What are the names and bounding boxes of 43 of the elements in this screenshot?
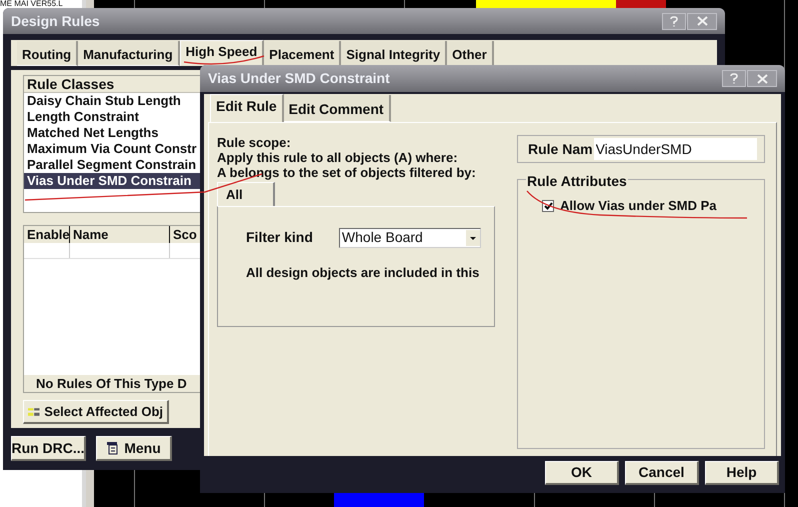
component-footprint (616, 0, 666, 8)
window-title: Vias Under SMD Constraint (208, 69, 390, 88)
rule-class-item[interactable]: Length Constraint (24, 109, 204, 125)
column-header[interactable]: Enable (24, 226, 70, 243)
tab[interactable]: Routing (17, 40, 78, 66)
rule-class-item[interactable]: Parallel Segment Constrain (24, 157, 204, 173)
checkbox[interactable] (542, 200, 554, 212)
run-drc-button[interactable]: Run DRC... (11, 436, 86, 461)
filter-note: All design objects are included in this (246, 264, 480, 282)
column-header[interactable]: Name (70, 226, 170, 243)
drawing-label: ME MAI VER55.L (0, 0, 64, 8)
dialog-button[interactable]: Help (705, 461, 779, 485)
caret-icon (466, 230, 480, 246)
help-icon[interactable] (722, 70, 746, 87)
menu-button[interactable]: Menu (96, 436, 172, 461)
tab[interactable]: Signal Integrity (341, 40, 448, 66)
filter-tab[interactable]: All (217, 182, 275, 206)
rule-name-field[interactable]: ViasUnderSMD (594, 138, 757, 160)
tab[interactable]: Edit Comment (284, 95, 391, 122)
close-icon[interactable] (747, 70, 777, 87)
filter-kind-dropdown[interactable]: Whole Board (338, 228, 481, 248)
select-affected-button[interactable]: Select Affected Obj (23, 400, 169, 424)
scope-text: Apply this rule to all objects (A) where: (217, 150, 459, 165)
help-icon[interactable] (662, 12, 686, 30)
dialog-button[interactable]: OK (545, 461, 619, 485)
menu-icon (106, 441, 120, 455)
scope-text: A belongs to the set of objects filtered by: (217, 165, 477, 180)
tab[interactable]: Edit Rule (210, 94, 284, 122)
rule-class-item[interactable]: Daisy Chain Stub Length (24, 93, 204, 109)
rule-class-item[interactable]: Matched Net Lengths (24, 125, 204, 141)
window-title: Design Rules (11, 12, 100, 31)
checkbox-label: Allow Vias under SMD Pa (560, 197, 717, 215)
close-icon[interactable] (687, 12, 717, 30)
rule-name-label: Rule Nam (528, 140, 593, 158)
tab[interactable]: Other (447, 40, 494, 66)
filter-kind-label: Filter kind (246, 228, 313, 247)
dialog-button[interactable]: Cancel (625, 461, 699, 485)
rule-class-item[interactable]: Maximum Via Count Constr (24, 141, 204, 157)
tab[interactable]: Manufacturing (78, 40, 180, 66)
objects-icon (28, 406, 40, 418)
scope-text: Rule scope: (217, 135, 292, 150)
tab[interactable]: Placement (264, 40, 342, 66)
tab[interactable]: High Speed (180, 40, 264, 66)
